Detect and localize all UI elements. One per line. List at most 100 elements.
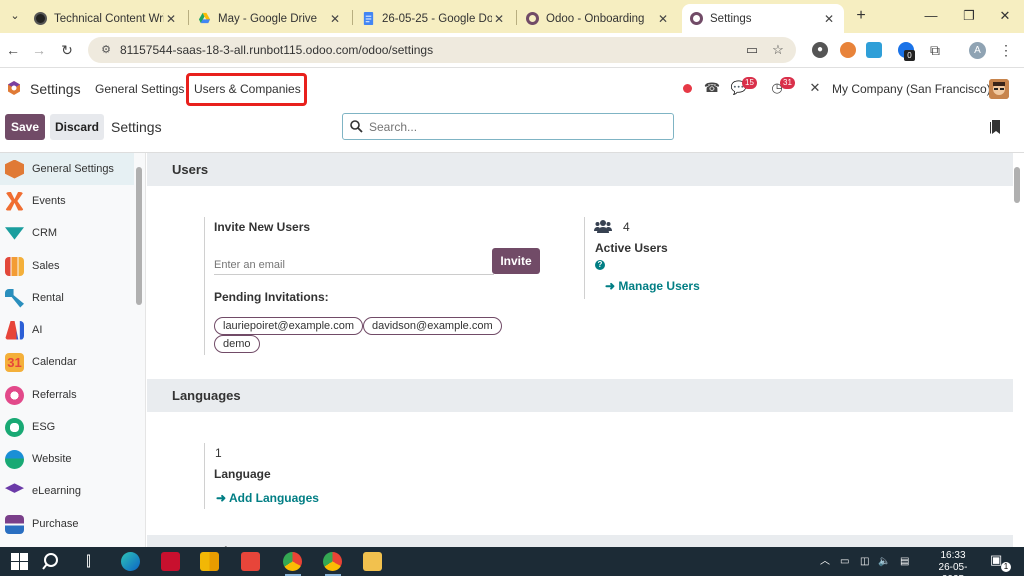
office-app-icon[interactable] xyxy=(200,552,219,571)
sidebar-item-crm[interactable]: CRM xyxy=(0,217,134,249)
close-tab-icon[interactable]: ✕ xyxy=(822,12,836,26)
tab-search-chevron-icon[interactable]: ⌄ xyxy=(6,7,24,25)
close-tab-icon[interactable]: ✕ xyxy=(656,12,670,26)
close-window-icon[interactable]: ✕ xyxy=(996,7,1014,25)
pending-invitation-chip[interactable]: lauriepoiret@example.com xyxy=(214,317,364,335)
extension-icon[interactable] xyxy=(840,42,856,58)
sidebar-item-referrals[interactable]: Referrals xyxy=(0,379,134,411)
company-switcher[interactable]: My Company (San Francisco) xyxy=(832,82,991,96)
address-bar[interactable]: ⚙ 81157544-saas-18-3-all.runbot115.odoo.… xyxy=(88,37,796,63)
wps-office-icon[interactable] xyxy=(241,552,260,571)
new-tab-button[interactable]: + xyxy=(852,7,870,25)
tab-separator xyxy=(516,10,517,25)
sidebar-item-sales[interactable]: Sales xyxy=(0,250,134,282)
tools-icon[interactable]: ✕ xyxy=(806,79,824,97)
sidebar-scrollbar[interactable] xyxy=(136,167,142,305)
discard-button[interactable]: Discard xyxy=(50,114,104,140)
sidebar-item-label: Rental xyxy=(32,292,64,304)
minimize-window-icon[interactable]: — xyxy=(922,7,940,25)
extension-icon[interactable] xyxy=(866,42,882,58)
tab-label: 26-05-25 - Google Docs xyxy=(382,12,492,25)
sidebar-item-calendar[interactable]: 31 Calendar xyxy=(0,346,134,378)
restore-window-icon[interactable]: ❐ xyxy=(960,7,978,25)
search-taskbar-icon[interactable] xyxy=(41,552,60,571)
keyboard-icon[interactable]: ▤ xyxy=(900,555,909,569)
reload-icon[interactable]: ↻ xyxy=(58,41,76,59)
browser-menu-icon[interactable]: ⋮ xyxy=(998,42,1014,58)
tab-separator xyxy=(188,10,189,25)
close-tab-icon[interactable]: ✕ xyxy=(492,12,506,26)
browser-tab-google-docs[interactable]: 26-05-25 - Google Docs ✕ xyxy=(354,4,514,33)
pending-invitation-chip[interactable]: demo xyxy=(214,335,260,353)
forward-arrow-icon[interactable]: → xyxy=(30,41,48,59)
browser-tab-odoo-onboarding[interactable]: Odoo - Onboarding ✕ xyxy=(518,4,678,33)
back-arrow-icon[interactable]: ← xyxy=(4,41,22,59)
sidebar-item-esg[interactable]: ESG xyxy=(0,411,134,443)
task-view-icon[interactable]: ⫿ xyxy=(79,552,98,571)
invite-button[interactable]: Invite xyxy=(492,248,540,274)
browser-tab-google-drive[interactable]: May - Google Drive ✕ xyxy=(190,4,350,33)
breadcrumb-title: Settings xyxy=(111,119,162,135)
esg-icon xyxy=(5,417,24,437)
calendar-icon: 31 xyxy=(5,352,24,372)
user-avatar[interactable] xyxy=(989,79,1009,99)
close-tab-icon[interactable]: ✕ xyxy=(328,12,342,26)
add-languages-label: Add Languages xyxy=(228,491,319,505)
chrome-icon[interactable] xyxy=(283,552,302,571)
website-globe-icon xyxy=(5,449,24,469)
sidebar-item-label: Purchase xyxy=(32,518,79,530)
chrome-profile-icon[interactable] xyxy=(323,552,342,571)
add-languages-link[interactable]: ➜ Add Languages xyxy=(216,491,319,505)
browser-tab-settings[interactable]: Settings ✕ xyxy=(682,4,844,33)
network-icon[interactable]: ◫ xyxy=(860,555,869,569)
app-title: Settings xyxy=(30,81,81,97)
acrobat-icon[interactable] xyxy=(161,552,180,571)
menu-general-settings[interactable]: General Settings xyxy=(95,82,184,96)
sidebar-item-rental[interactable]: Rental xyxy=(0,282,134,314)
cast-icon[interactable]: ▭ xyxy=(744,42,760,58)
system-clock[interactable]: 16:33 26-05-2025 xyxy=(930,550,976,586)
windows-start-icon[interactable] xyxy=(10,552,29,571)
google-docs-favicon-icon xyxy=(363,12,374,25)
volume-icon[interactable]: 🔈 xyxy=(878,555,890,569)
active-users-label: Active Users xyxy=(595,241,668,255)
events-icon xyxy=(5,191,24,211)
highlight-annotation-box xyxy=(186,73,307,106)
battery-icon[interactable]: ▭ xyxy=(840,555,849,569)
browser-tab-technical-content[interactable]: Technical Content Writing ✕ xyxy=(26,4,186,33)
invite-email-field[interactable] xyxy=(214,256,494,275)
profile-avatar[interactable]: A xyxy=(969,42,986,59)
settings-search-box[interactable] xyxy=(342,113,674,140)
languages-count: 1 xyxy=(215,446,222,460)
site-info-icon[interactable]: ⚙ xyxy=(98,42,114,58)
bookmarks-icon[interactable] xyxy=(989,120,1001,135)
robot-extension-icon[interactable]: ● xyxy=(812,42,828,58)
sidebar-item-ai[interactable]: AI xyxy=(0,314,134,346)
sidebar-item-general-settings[interactable]: General Settings xyxy=(0,153,134,185)
settings-app-icon[interactable] xyxy=(6,80,22,96)
close-tab-icon[interactable]: ✕ xyxy=(164,12,178,26)
save-button[interactable]: Save xyxy=(5,114,45,140)
sidebar-item-elearning[interactable]: eLearning xyxy=(0,475,134,507)
sidebar-item-events[interactable]: Events xyxy=(0,185,134,217)
file-explorer-icon[interactable] xyxy=(363,552,382,571)
pending-invitation-chip[interactable]: davidson@example.com xyxy=(363,317,502,335)
tray-chevron-icon[interactable]: ︿ xyxy=(820,555,830,569)
url-text[interactable]: 81157544-saas-18-3-all.runbot115.odoo.co… xyxy=(120,43,433,57)
language-label: Language xyxy=(214,467,271,481)
settings-sidebar: General Settings Events CRM Sales Rental… xyxy=(0,153,146,547)
sidebar-item-website[interactable]: Website xyxy=(0,443,134,475)
edge-browser-icon[interactable] xyxy=(121,552,140,571)
content-scrollbar[interactable] xyxy=(1014,167,1020,203)
manage-users-link[interactable]: ➜ Manage Users xyxy=(605,279,700,293)
help-question-icon[interactable]: ? xyxy=(595,260,605,270)
sidebar-item-purchase[interactable]: Purchase xyxy=(0,508,134,540)
bookmark-star-icon[interactable]: ☆ xyxy=(770,42,786,58)
rental-key-icon xyxy=(5,288,24,308)
search-input[interactable] xyxy=(369,118,659,136)
odoo-favicon-icon xyxy=(690,12,703,25)
odoo-favicon-icon xyxy=(526,12,539,25)
extensions-puzzle-icon[interactable]: ⧉ xyxy=(927,42,943,58)
phone-icon[interactable]: ☎ xyxy=(703,79,721,97)
activities-badge: 31 xyxy=(780,77,795,89)
